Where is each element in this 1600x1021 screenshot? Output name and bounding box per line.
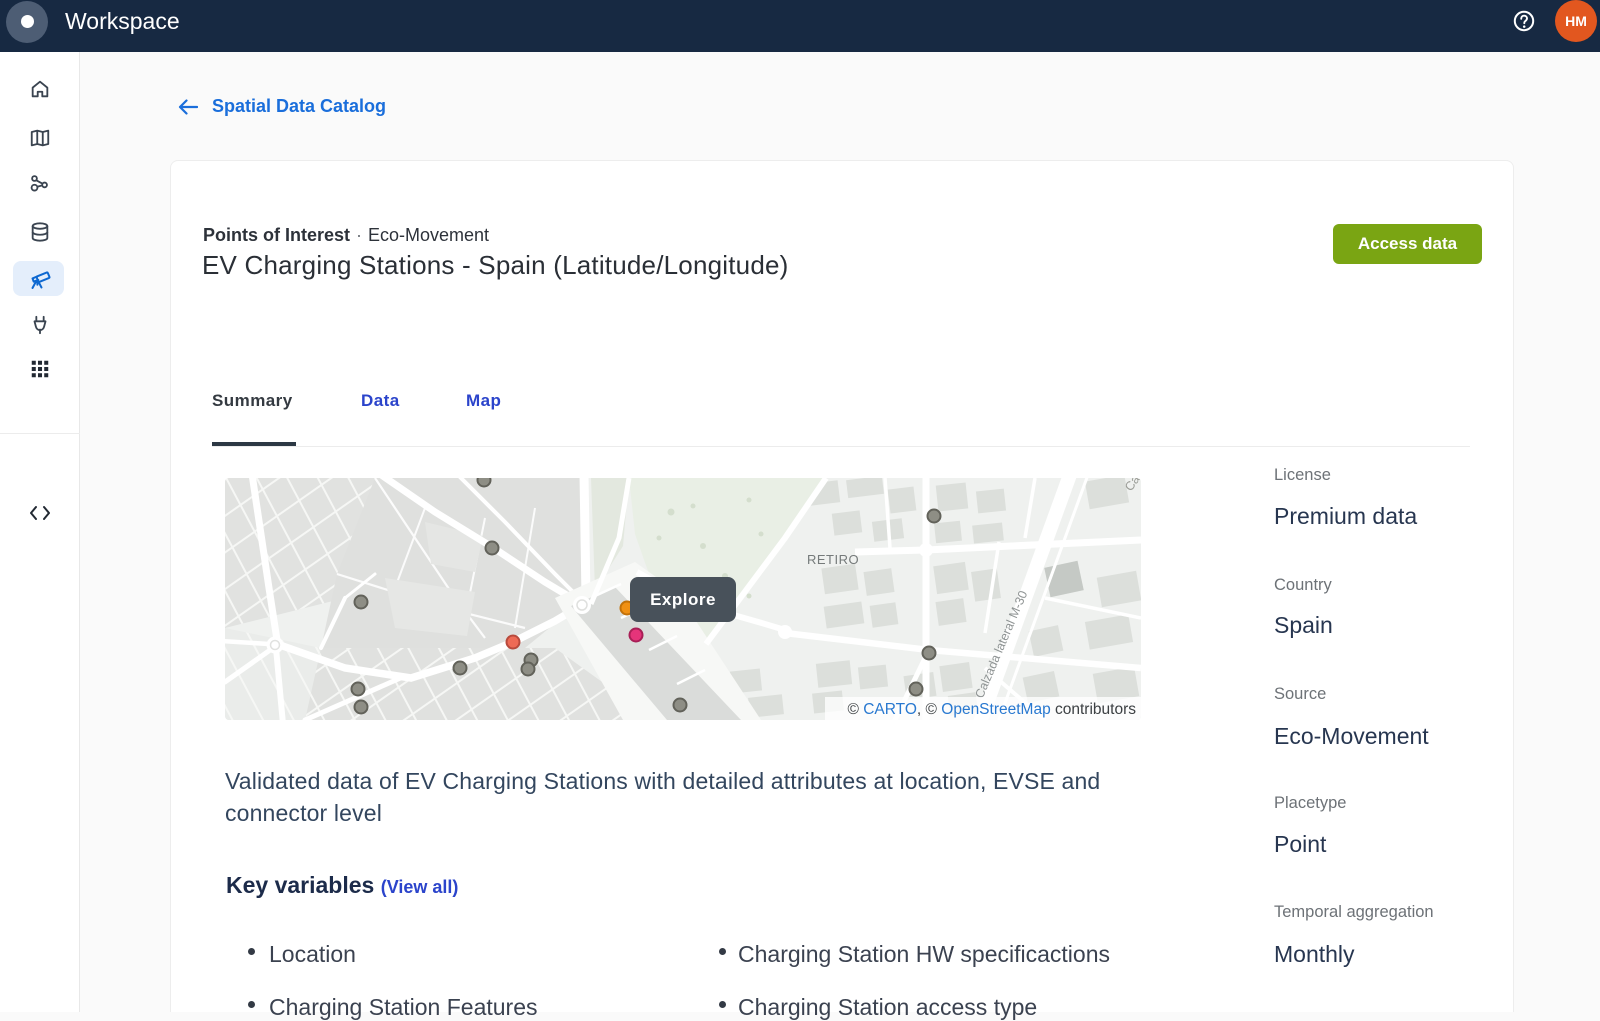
svg-text:© CARTO, © OpenStreetMap contr: © CARTO, © OpenStreetMap contributors <box>847 701 1136 718</box>
svg-text:RETIRO: RETIRO <box>807 552 859 567</box>
